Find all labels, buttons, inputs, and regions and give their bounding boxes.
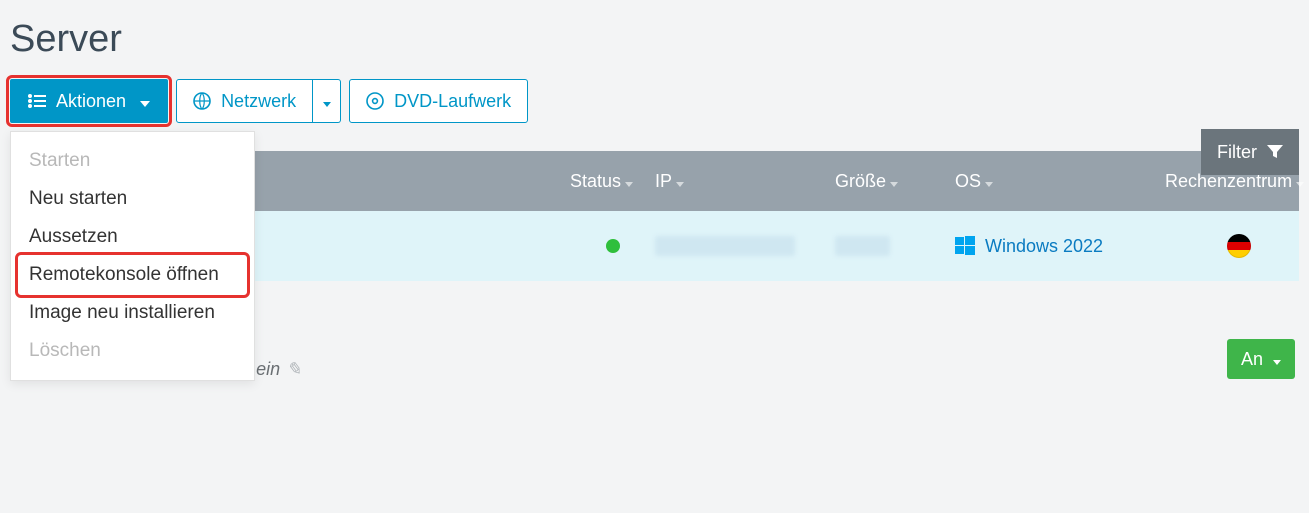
action-start: Starten — [19, 142, 246, 180]
power-label: An — [1241, 349, 1263, 370]
flag-de-icon — [1227, 234, 1251, 258]
cell-os-label: Windows 2022 — [985, 236, 1103, 257]
globe-icon — [193, 92, 211, 110]
col-ip-label: IP — [655, 171, 672, 192]
toolbar: Aktionen Netzwerk DVD-Laufwerk — [10, 79, 1299, 123]
actions-dropdown: Starten Neu starten Aussetzen Remotekons… — [10, 131, 255, 381]
redacted-ip — [655, 236, 795, 256]
cell-status — [570, 239, 655, 253]
power-button[interactable]: An — [1227, 339, 1295, 379]
network-button[interactable]: Netzwerk — [176, 79, 313, 123]
col-ip[interactable]: IP — [655, 171, 835, 192]
sort-icon — [625, 171, 633, 192]
filter-label: Filter — [1217, 142, 1257, 163]
action-reinstall-image[interactable]: Image neu installieren — [19, 294, 246, 332]
action-restart[interactable]: Neu starten — [19, 180, 246, 218]
network-caret-button[interactable] — [313, 79, 341, 123]
action-delete: Löschen — [19, 332, 246, 370]
col-os-label: OS — [955, 171, 981, 192]
action-suspend[interactable]: Aussetzen — [19, 218, 246, 256]
sort-icon — [985, 171, 993, 192]
page-title: Server — [10, 18, 1299, 61]
actions-label: Aktionen — [56, 91, 126, 112]
edit-icon[interactable]: ✎ — [286, 359, 301, 380]
sort-icon — [890, 171, 898, 192]
filter-button[interactable]: Filter — [1201, 129, 1299, 175]
actions-button[interactable]: Aktionen — [10, 79, 168, 123]
col-size-label: Größe — [835, 171, 886, 192]
list-icon — [28, 94, 46, 108]
network-label: Netzwerk — [221, 91, 296, 112]
dvd-button[interactable]: DVD-Laufwerk — [349, 79, 528, 123]
col-status-label: Status — [570, 171, 621, 192]
col-status[interactable]: Status — [570, 171, 655, 192]
cell-os: Windows 2022 — [955, 236, 1165, 257]
windows-icon — [955, 236, 975, 256]
status-dot-running — [606, 239, 620, 253]
col-size[interactable]: Größe — [835, 171, 955, 192]
caret-down-icon — [140, 91, 150, 112]
col-os[interactable]: OS — [955, 171, 1165, 192]
network-button-group: Netzwerk — [176, 79, 341, 123]
filter-icon — [1267, 145, 1283, 159]
disc-icon — [366, 92, 384, 110]
dvd-label: DVD-Laufwerk — [394, 91, 511, 112]
redacted-size — [835, 236, 890, 256]
cell-datacenter — [1165, 234, 1299, 258]
sort-icon — [676, 171, 684, 192]
caret-down-icon — [323, 91, 331, 112]
cell-size — [835, 236, 955, 256]
cell-ip — [655, 236, 835, 256]
caret-down-icon — [1273, 349, 1281, 370]
action-open-remote-console[interactable]: Remotekonsole öffnen — [19, 256, 246, 294]
